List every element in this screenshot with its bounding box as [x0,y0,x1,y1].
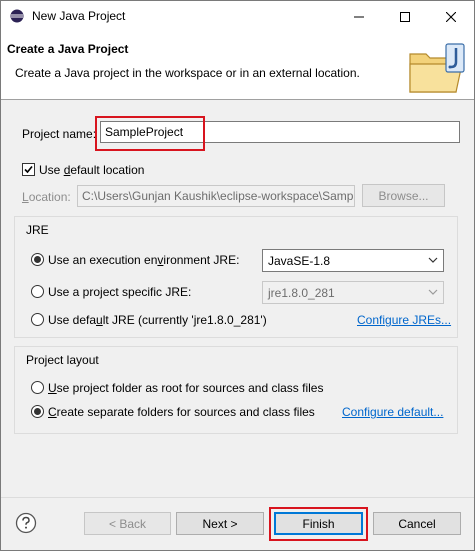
project-name-highlight [95,116,205,151]
project-layout-group-title: Project layout [26,353,99,367]
minimize-icon [354,16,364,17]
close-button[interactable] [428,1,474,32]
next-button-label: Next > [202,516,238,531]
wizard-header: Create a Java Project Create a Java proj… [1,32,474,100]
next-button[interactable]: Next > [176,512,264,535]
project-specific-jre-label: Use a project specific JRE: [48,285,192,299]
cancel-button[interactable]: Cancel [373,512,461,535]
configure-jres-link[interactable]: Configure JREs... [357,313,451,327]
page-title: Create a Java Project [7,42,129,56]
execution-environment-value: JavaSE-1.8 [268,254,331,268]
jre-group-title: JRE [26,223,49,237]
execution-environment-radio[interactable] [31,253,44,266]
project-name-label: Project name: [22,127,97,141]
default-jre-radio[interactable] [31,313,44,326]
back-button[interactable]: < Back [84,512,171,535]
separate-folders-radio[interactable] [31,405,44,418]
finish-highlight [269,507,368,541]
java-project-folder-icon [409,43,465,93]
location-input[interactable]: C:\Users\Gunjan Kaushik\eclipse-workspac… [77,185,355,207]
new-java-project-dialog: New Java Project Create a Java Project C… [0,0,475,551]
use-default-location-checkbox[interactable] [22,163,35,176]
chevron-down-icon [428,257,438,263]
help-icon[interactable] [15,512,37,534]
minimize-button[interactable] [336,1,382,32]
project-specific-jre-radio[interactable] [31,285,44,298]
browse-button[interactable]: Browse... [362,184,445,207]
execution-environment-select[interactable]: JavaSE-1.8 [262,249,444,272]
title-bar: New Java Project [1,1,474,32]
maximize-icon [400,11,410,22]
project-specific-jre-value: jre1.8.0_281 [268,286,335,300]
separate-folders-label: Create separate folders for sources and … [48,405,315,419]
default-jre-label: Use default JRE (currently 'jre1.8.0_281… [48,313,267,327]
maximize-button[interactable] [382,1,428,32]
configure-default-link[interactable]: Configure default... [342,405,443,419]
eclipse-icon [10,9,24,23]
location-label: Location: [22,190,71,204]
use-default-location-label: Use default location [39,163,145,177]
footer-divider [1,497,474,498]
execution-environment-label: Use an execution environment JRE: [48,253,240,267]
cancel-button-label: Cancel [398,516,436,531]
project-folder-root-radio[interactable] [31,381,44,394]
checkmark-icon [24,165,33,174]
back-button-label: < Back [108,516,147,531]
project-folder-root-label: Use project folder as root for sources a… [48,381,324,395]
close-icon [446,11,456,22]
page-description: Create a Java project in the workspace o… [15,66,360,80]
chevron-down-icon [428,289,438,295]
project-specific-jre-select[interactable]: jre1.8.0_281 [262,281,444,304]
window-title: New Java Project [32,9,126,23]
